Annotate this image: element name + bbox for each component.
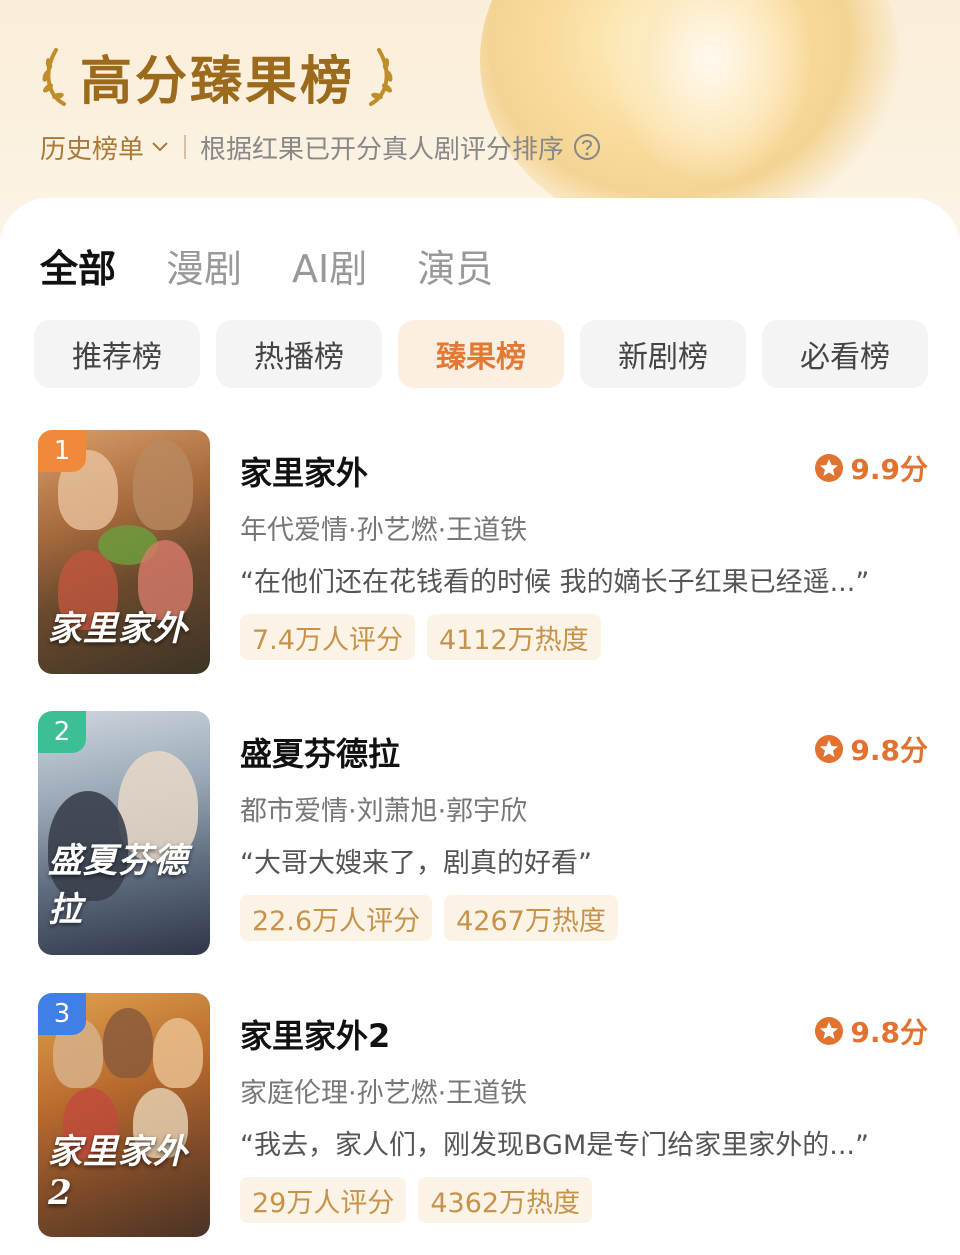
subtitle-row: 历史榜单 根据红果已开分真人剧评分排序 xyxy=(40,125,602,169)
drama-meta: 都市爱情·刘萧旭·郭宇欣 xyxy=(240,796,528,827)
stats-badges: 22.6万人评分 4267万热度 xyxy=(240,895,618,941)
heat-badge: 4112万热度 xyxy=(426,614,601,660)
poster-image[interactable]: 盛夏芬德拉 2 xyxy=(38,711,210,955)
tab-ai[interactable]: AI剧 xyxy=(292,238,367,293)
score: 9.8分 xyxy=(814,1011,928,1051)
chevron-down-icon xyxy=(152,142,168,152)
laurel-right-icon xyxy=(369,48,393,106)
chip-new[interactable]: 新剧榜 xyxy=(580,320,746,388)
poster-image[interactable]: 家里家外2 3 xyxy=(38,993,210,1237)
stats-badges: 7.4万人评分 4112万热度 xyxy=(240,614,601,660)
poster-title: 盛夏芬德拉 xyxy=(48,841,188,930)
poster-figure xyxy=(103,1008,153,1078)
heat-badge: 4267万热度 xyxy=(444,895,618,941)
rank-badge: 2 xyxy=(38,711,86,753)
history-list-label: 历史榜单 xyxy=(40,134,145,165)
ranking-rule-text: 根据红果已开分真人剧评分排序 xyxy=(200,134,565,165)
drama-meta: 家庭伦理·孙艺燃·王道铁 xyxy=(240,1078,528,1109)
score: 9.8分 xyxy=(814,729,928,769)
poster-figure xyxy=(133,440,193,530)
history-list-dropdown[interactable]: 历史榜单 xyxy=(40,129,170,166)
rank-badge: 3 xyxy=(38,993,86,1035)
list-item[interactable]: 家里家外 1 家里家外 9.9分 年代爱情·孙艺燃·王道铁 “在他们还在花钱看的… xyxy=(38,430,928,674)
score-value: 9.9分 xyxy=(850,453,928,486)
tab-comic[interactable]: 漫剧 xyxy=(166,238,242,293)
tab-actors[interactable]: 演员 xyxy=(417,238,493,293)
drama-title[interactable]: 家里家外2 xyxy=(240,1011,390,1057)
heat-badge: 4362万热度 xyxy=(418,1177,593,1223)
page-title: 高分臻果榜 xyxy=(80,50,356,112)
chip-top-rated[interactable]: 臻果榜 xyxy=(398,320,564,388)
ranking-chips: 推荐榜 热播榜 臻果榜 新剧榜 必看榜 xyxy=(34,320,928,388)
review-quote: “我去，家人们，刚发现BGM是专门给家里家外的...” xyxy=(240,1130,869,1161)
ratings-count-badge: 29万人评分 xyxy=(240,1177,407,1223)
category-tabs: 全部 漫剧 AI剧 演员 xyxy=(40,238,543,293)
tab-all[interactable]: 全部 xyxy=(40,238,116,293)
poster-figure xyxy=(153,1018,203,1088)
score: 9.9分 xyxy=(814,448,928,488)
score-value: 9.8分 xyxy=(850,1016,928,1049)
star-badge-icon xyxy=(815,1017,844,1045)
rank-badge: 1 xyxy=(38,430,86,472)
star-badge-icon xyxy=(815,454,844,482)
review-quote: “大哥大嫂来了，剧真的好看” xyxy=(240,848,592,879)
chip-must-watch[interactable]: 必看榜 xyxy=(762,320,928,388)
title-row: 高分臻果榜 xyxy=(38,40,397,112)
list-item[interactable]: 家里家外2 3 家里家外2 9.8分 家庭伦理·孙艺燃·王道铁 “我去，家人们，… xyxy=(38,993,928,1237)
list-item[interactable]: 盛夏芬德拉 2 盛夏芬德拉 9.8分 都市爱情·刘萧旭·郭宇欣 “大哥大嫂来了，… xyxy=(38,711,928,955)
chip-recommended[interactable]: 推荐榜 xyxy=(34,320,200,388)
score-value: 9.8分 xyxy=(850,734,928,767)
laurel-left-icon xyxy=(42,48,66,106)
drama-meta: 年代爱情·孙艺燃·王道铁 xyxy=(240,515,528,546)
ratings-count-badge: 7.4万人评分 xyxy=(240,614,415,660)
chip-hot[interactable]: 热播榜 xyxy=(216,320,382,388)
star-badge-icon xyxy=(815,735,844,763)
review-quote: “在他们还在花钱看的时候 我的嫡长子红果已经遥...” xyxy=(240,567,870,598)
drama-title[interactable]: 盛夏芬德拉 xyxy=(240,729,400,775)
ratings-count-badge: 22.6万人评分 xyxy=(240,895,433,941)
stats-badges: 29万人评分 4362万热度 xyxy=(240,1177,593,1223)
poster-title: 家里家外2 xyxy=(48,1132,188,1213)
help-icon[interactable] xyxy=(572,132,602,162)
divider xyxy=(184,135,187,159)
drama-title[interactable]: 家里家外 xyxy=(240,448,368,494)
poster-image[interactable]: 家里家外 1 xyxy=(38,430,210,674)
poster-title: 家里家外 xyxy=(48,609,188,649)
